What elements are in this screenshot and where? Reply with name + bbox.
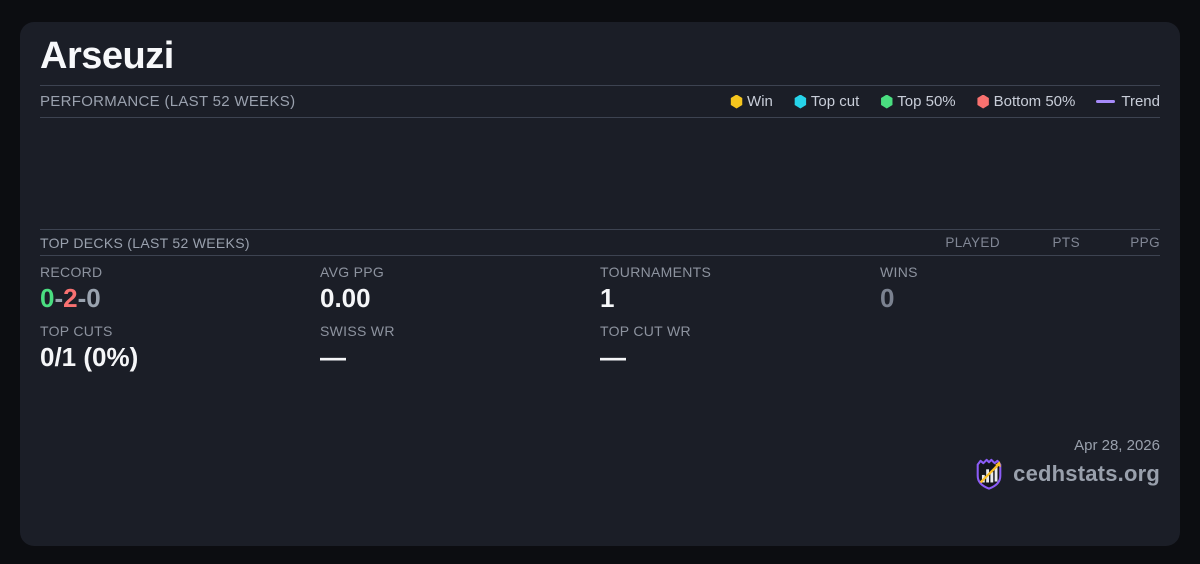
stat-tournaments: TOURNAMENTS 1 TOP CUT WR —	[600, 256, 880, 430]
date-label: Apr 28, 2026	[1074, 436, 1160, 454]
cedhstats-shield-logo-icon	[976, 458, 1002, 490]
column-header-played: PLAYED	[945, 235, 1000, 250]
record-value: 0-2-0	[40, 282, 320, 315]
performance-section-header: PERFORMANCE (LAST 52 WEEKS) Win Top cut …	[40, 85, 1160, 118]
top-decks-heading: TOP DECKS (LAST 52 WEEKS)	[40, 234, 250, 251]
stat-label: SWISS WR	[320, 323, 395, 339]
card-footer: Apr 28, 2026 cedhstats.org	[880, 430, 1160, 547]
win-marker-icon	[730, 94, 743, 109]
record-separator: -	[77, 283, 87, 313]
performance-heading: PERFORMANCE (LAST 52 WEEKS)	[40, 93, 296, 110]
legend-item-trend: Trend	[1096, 93, 1160, 110]
stat-avg-ppg: AVG PPG 0.00 SWISS WR —	[320, 256, 600, 430]
brand-row: cedhstats.org	[973, 457, 1160, 491]
top-decks-section-header: TOP DECKS (LAST 52 WEEKS) PLAYED PTS PPG	[40, 229, 1160, 256]
legend-label: Bottom 50%	[993, 93, 1076, 110]
legend-label: Top cut	[810, 93, 860, 110]
record-separator: -	[54, 283, 64, 313]
legend-item-win: Win	[730, 93, 773, 110]
stat-label: WINS	[880, 264, 918, 280]
stat-label: TOP CUTS	[40, 323, 113, 339]
swiss-wr-value: —	[320, 342, 346, 372]
wins-value: 0	[880, 283, 895, 313]
top-cuts-value: 0/1 (0%)	[40, 342, 139, 372]
page-background: Arseuzi PERFORMANCE (LAST 52 WEEKS) Win …	[0, 0, 1200, 564]
player-stats-card: Arseuzi PERFORMANCE (LAST 52 WEEKS) Win …	[20, 22, 1180, 546]
top-cut-wr-value: —	[600, 342, 626, 372]
trend-line-icon	[1096, 100, 1116, 103]
legend-item-top-cut: Top cut	[794, 93, 859, 110]
column-header-ppg: PPG	[1130, 235, 1160, 250]
chart-legend: Win Top cut Top 50% Bottom 50% Trend	[730, 93, 1160, 110]
stats-grid: RECORD 0-2-0 TOP CUTS 0/1 (0%) AVG PPG 0…	[40, 256, 1160, 546]
top-cut-marker-icon	[794, 94, 807, 109]
legend-label: Trend	[1121, 93, 1160, 110]
record-draws: 0	[86, 283, 101, 313]
avg-ppg-value: 0.00	[320, 283, 371, 313]
brand-name: cedhstats.org	[1013, 460, 1160, 486]
stat-label: AVG PPG	[320, 264, 385, 280]
legend-item-top-50: Top 50%	[880, 93, 956, 110]
column-header-pts: PTS	[1052, 235, 1080, 250]
stat-label: RECORD	[40, 264, 103, 280]
stat-wins: WINS 0	[880, 256, 1160, 430]
performance-chart-plot-area	[40, 118, 1160, 229]
record-losses: 2	[63, 283, 78, 313]
stat-record: RECORD 0-2-0 TOP CUTS 0/1 (0%)	[40, 256, 320, 430]
legend-label: Top 50%	[897, 93, 956, 110]
top-50-marker-icon	[881, 94, 893, 109]
legend-item-bottom-50: Bottom 50%	[977, 93, 1076, 110]
tournaments-value: 1	[600, 283, 615, 313]
bottom-50-marker-icon	[977, 94, 989, 109]
stat-label: TOP CUT WR	[600, 323, 691, 339]
player-name: Arseuzi	[40, 35, 174, 77]
top-decks-column-headers: PLAYED PTS PPG	[920, 235, 1160, 250]
legend-label: Win	[747, 93, 773, 110]
record-wins: 0	[40, 283, 55, 313]
stat-label: TOURNAMENTS	[600, 264, 712, 280]
